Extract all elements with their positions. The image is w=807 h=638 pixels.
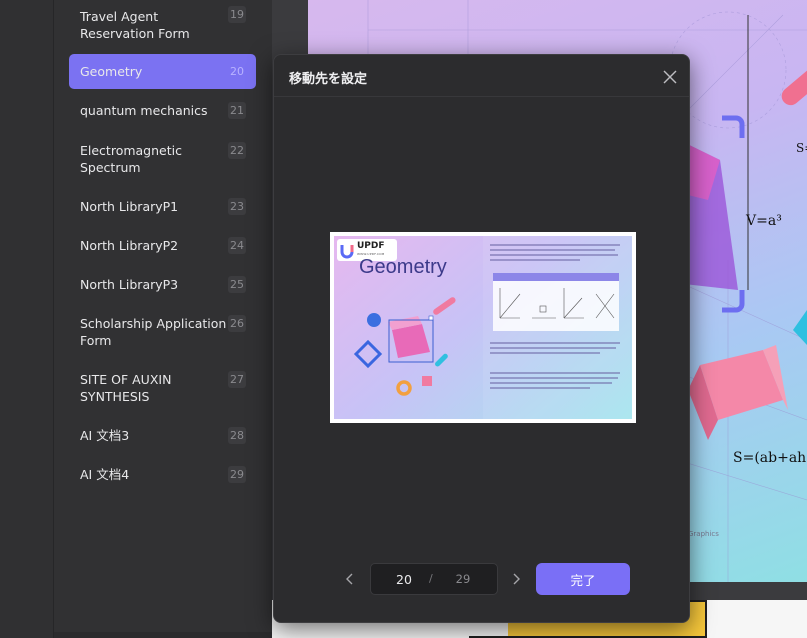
outline-item-label: quantum mechanics [80, 103, 208, 118]
page-separator: / [429, 572, 433, 585]
outline-item-label: Electromagnetic Spectrum [80, 143, 182, 175]
previous-page-button[interactable] [342, 571, 358, 587]
outline-item-page: 22 [228, 142, 246, 159]
outline-item-page: 20 [230, 65, 244, 78]
formula-surface: S=(ab+ah+bh [733, 450, 807, 466]
next-page-button[interactable] [508, 571, 524, 587]
page-number-field: / 29 [370, 563, 498, 595]
outline-item[interactable]: Scholarship Application Form 26 [69, 315, 256, 349]
outline-panel: Travel Agent Reservation Form 19 Geometr… [54, 0, 272, 632]
outline-item-page: 21 [228, 102, 246, 119]
page-number-input[interactable] [379, 570, 429, 588]
page-preview-content: UPDF WWW.UPDF.COM Geometry [334, 236, 632, 419]
page-footer-text: Graphics [688, 530, 719, 538]
outline-item-page: 23 [228, 198, 246, 215]
outline-item-page: 26 [228, 315, 246, 332]
outline-item-label: Scholarship Application Form [80, 316, 227, 348]
outline-item-page: 29 [228, 466, 246, 483]
formula-volume: V=a³ [745, 213, 782, 229]
outline-item[interactable]: Travel Agent Reservation Form 19 [69, 6, 256, 42]
formula-partial: S= [796, 141, 807, 155]
outline-item-label: Travel Agent Reservation Form [80, 9, 190, 41]
outline-item-label: North LibraryP2 [80, 238, 179, 253]
dialog-title: 移動先を設定 [289, 72, 368, 87]
outline-item-label: AI 文档4 [80, 467, 130, 482]
outline-item-active[interactable]: Geometry 20 [69, 54, 256, 89]
outline-item[interactable]: AI 文档4 29 [69, 466, 256, 486]
outline-item-label: North LibraryP3 [80, 277, 179, 292]
outline-item[interactable]: North LibraryP1 23 [69, 198, 256, 218]
outline-item-page: 25 [228, 276, 246, 293]
outline-item-label: AI 文档3 [80, 428, 130, 443]
outline-item[interactable]: SITE OF AUXIN SYNTHESIS 27 [69, 371, 256, 405]
outline-item[interactable]: quantum mechanics 21 [69, 102, 256, 122]
outline-item-page: 28 [228, 427, 246, 444]
outline-item-label: North LibraryP1 [80, 199, 179, 214]
chevron-right-icon [513, 573, 520, 585]
close-icon [663, 70, 677, 84]
outline-item[interactable]: Electromagnetic Spectrum 22 [69, 142, 256, 176]
updf-logo-icon [340, 245, 354, 259]
outline-item-page: 27 [228, 371, 246, 388]
page-total: 29 [455, 572, 471, 586]
outline-item-page: 19 [228, 6, 246, 23]
outline-item[interactable]: North LibraryP2 24 [69, 237, 256, 257]
dialog-divider [274, 96, 689, 97]
outline-item[interactable]: AI 文档3 28 [69, 427, 256, 447]
page-preview: UPDF WWW.UPDF.COM Geometry [330, 232, 636, 423]
outline-item-page: 24 [228, 237, 246, 254]
preview-title: Geometry [359, 256, 447, 278]
outline-item-label: SITE OF AUXIN SYNTHESIS [80, 372, 172, 404]
updf-brand: UPDF [357, 241, 385, 251]
done-button[interactable]: 完了 [536, 563, 630, 595]
close-button[interactable] [660, 67, 680, 87]
outline-item[interactable]: North LibraryP3 25 [69, 276, 256, 296]
left-toolbar-strip [0, 0, 54, 638]
outline-item-label: Geometry [80, 64, 143, 79]
chevron-left-icon [346, 573, 353, 585]
set-destination-dialog: 移動先を設定 UPDF WWW.UPDF.COM Geometry 20 / 2… [273, 54, 690, 623]
